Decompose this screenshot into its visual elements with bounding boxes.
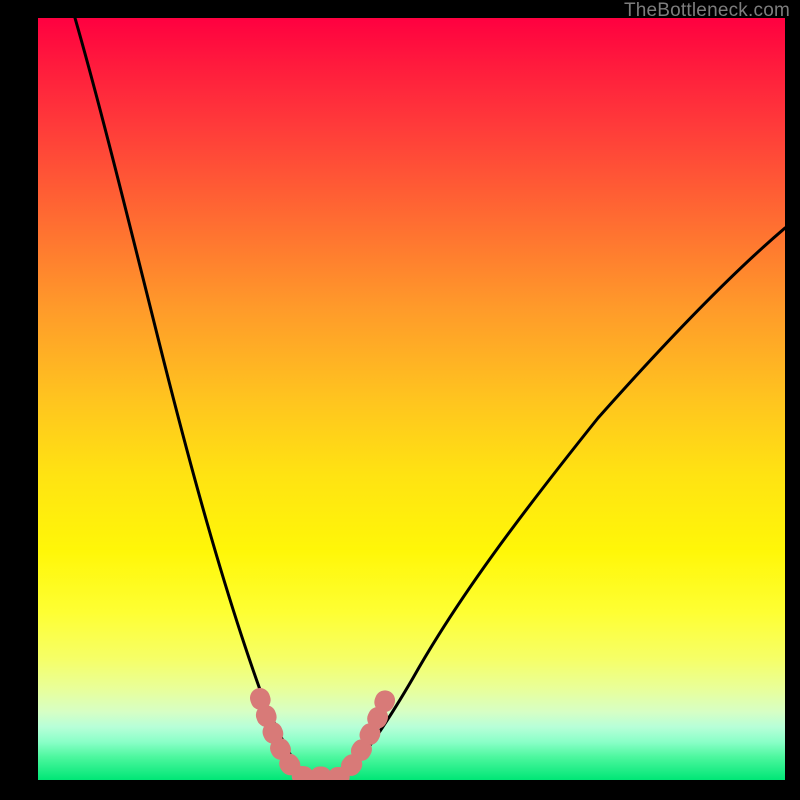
optimal-range-marker [260, 698, 386, 777]
bottleneck-curve [75, 18, 785, 778]
watermark-text: TheBottleneck.com [624, 0, 790, 22]
plot-area [38, 18, 785, 780]
bottleneck-curve-svg [38, 18, 785, 780]
chart-stage: TheBottleneck.com [0, 0, 800, 800]
